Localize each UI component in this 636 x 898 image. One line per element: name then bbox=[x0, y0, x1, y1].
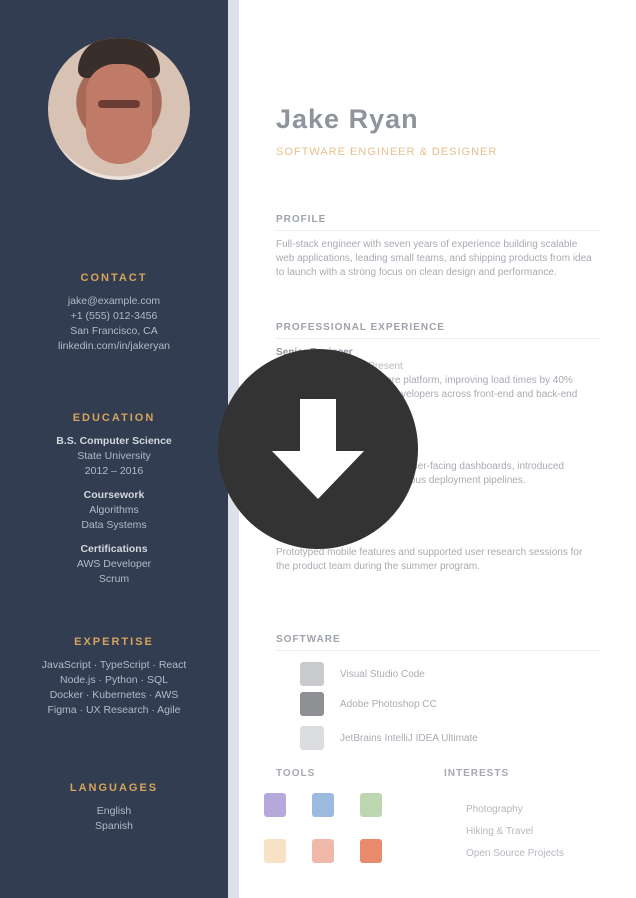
interest-item: Open Source Projects bbox=[466, 848, 564, 859]
software-section-title: Software bbox=[276, 634, 341, 645]
download-arrow-icon bbox=[272, 399, 364, 499]
contact-location: San Francisco, CA bbox=[70, 325, 158, 337]
software-icon bbox=[300, 662, 324, 686]
coursework-block: Coursework Algorithms Data Systems bbox=[0, 488, 228, 533]
tool-tile bbox=[312, 793, 334, 817]
education-school: State University bbox=[77, 450, 151, 462]
language-item: Spanish bbox=[95, 820, 133, 832]
expertise-line: JavaScript · TypeScript · React bbox=[41, 659, 187, 671]
candidate-tagline: Software Engineer & Designer bbox=[276, 146, 498, 158]
software-icon bbox=[300, 692, 324, 716]
education-section: Education B.S. Computer Science State Un… bbox=[0, 408, 228, 596]
software-item: Adobe Photoshop CC bbox=[300, 692, 437, 716]
tool-tile bbox=[264, 793, 286, 817]
certification-item: AWS Developer bbox=[76, 558, 152, 570]
certifications-block: Certifications AWS Developer Scrum bbox=[0, 542, 228, 587]
tool-tile bbox=[312, 839, 334, 863]
software-label: Visual Studio Code bbox=[340, 668, 425, 680]
experience-section-title: Professional Experience bbox=[276, 322, 445, 333]
tool-tile bbox=[360, 839, 382, 863]
expertise-line: Docker · Kubernetes · AWS bbox=[49, 689, 179, 701]
section-divider bbox=[276, 338, 600, 339]
interest-item: Hiking & Travel bbox=[466, 826, 534, 837]
interests-title: Interests bbox=[444, 768, 510, 779]
software-label: Adobe Photoshop CC bbox=[340, 698, 437, 710]
certifications-title: Certifications bbox=[80, 543, 148, 555]
certification-item: Scrum bbox=[98, 573, 130, 585]
coursework-item: Data Systems bbox=[81, 519, 147, 531]
section-divider bbox=[276, 650, 600, 651]
contact-section: Contact jake@example.com +1 (555) 012-34… bbox=[0, 268, 228, 354]
education-years: 2012 – 2016 bbox=[84, 465, 144, 477]
profile-section-title: Profile bbox=[276, 214, 327, 225]
software-item: JetBrains IntelliJ IDEA Ultimate bbox=[300, 726, 478, 750]
expertise-line: Node.js · Python · SQL bbox=[60, 674, 168, 686]
education-block: B.S. Computer Science State University 2… bbox=[0, 434, 228, 479]
resume-page: Contact jake@example.com +1 (555) 012-34… bbox=[0, 0, 636, 898]
contact-heading: Contact bbox=[80, 272, 148, 284]
education-heading: Education bbox=[72, 412, 156, 424]
resume-sidebar: Contact jake@example.com +1 (555) 012-34… bbox=[0, 0, 228, 898]
languages-section: Languages English Spanish bbox=[0, 778, 228, 834]
expertise-section: Expertise JavaScript · TypeScript · Reac… bbox=[0, 632, 228, 718]
expertise-heading: Expertise bbox=[74, 636, 154, 648]
section-divider bbox=[276, 230, 600, 231]
expertise-line: Figma · UX Research · Agile bbox=[47, 704, 181, 716]
candidate-name: Jake Ryan bbox=[276, 104, 419, 134]
software-label: JetBrains IntelliJ IDEA Ultimate bbox=[340, 732, 478, 744]
contact-phone: +1 (555) 012-3456 bbox=[70, 310, 158, 322]
tool-tile bbox=[360, 793, 382, 817]
contact-linkedin: linkedin.com/in/jakeryan bbox=[57, 340, 171, 352]
coursework-title: Coursework bbox=[83, 489, 145, 501]
profile-summary: Full-stack engineer with seven years of … bbox=[276, 239, 592, 278]
coursework-item: Algorithms bbox=[89, 504, 139, 516]
software-item: Visual Studio Code bbox=[300, 662, 425, 686]
education-degree: B.S. Computer Science bbox=[56, 435, 172, 447]
interest-item: Photography bbox=[466, 804, 523, 815]
tool-tile bbox=[264, 839, 286, 863]
language-item: English bbox=[96, 805, 132, 817]
tools-title: Tools bbox=[276, 768, 316, 779]
software-icon bbox=[300, 726, 324, 750]
job-description: Prototyped mobile features and supported… bbox=[276, 547, 583, 572]
profile-photo bbox=[48, 38, 190, 180]
languages-heading: Languages bbox=[69, 782, 159, 794]
download-button[interactable] bbox=[218, 349, 418, 549]
contact-email: jake@example.com bbox=[67, 295, 161, 307]
